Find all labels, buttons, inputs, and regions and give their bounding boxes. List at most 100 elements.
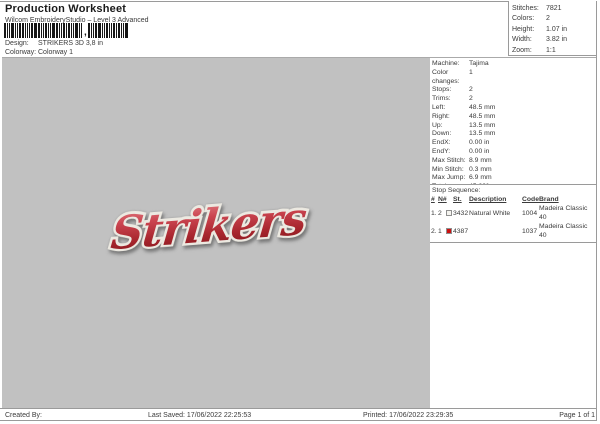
- machine-info-list: Machine: Tajima Color changes: 1 Stops: …: [432, 60, 592, 201]
- colorway-row: Colorway: Colorway 1: [5, 49, 73, 56]
- thread-brand: Madeira Classic 40: [539, 223, 588, 239]
- stop-sequence-section: Stop Sequence: # N# St. Description Code…: [430, 184, 596, 243]
- machine-info-row: EndY: 0.00 in: [432, 148, 592, 157]
- machine-info-value: 13.5 mm: [469, 130, 496, 138]
- machine-info-row: Up: 13.5 mm: [432, 122, 592, 131]
- needle-num: 1: [438, 227, 442, 235]
- embroidery-logo: Strikers Strikers: [106, 189, 345, 287]
- machine-info-value: 48.5 mm: [469, 112, 496, 120]
- machine-info-row: Down: 13.5 mm: [432, 130, 592, 139]
- stop-sequence-row: 1. 2 3432 Natural White 1004 Madeira Cla…: [430, 204, 596, 222]
- machine-info-label: Max Jump:: [432, 174, 466, 182]
- machine-info-value: 13.5 mm: [469, 121, 496, 129]
- machine-info-row: Stops: 2: [432, 86, 592, 95]
- thread-number: 4387: [453, 227, 469, 235]
- machine-info-label: Left:: [432, 103, 446, 111]
- stat-row: Width: 3.82 in: [512, 35, 596, 45]
- footer-page-number: Page 1 of 1: [559, 411, 595, 419]
- stat-row: Colors: 2: [512, 14, 596, 24]
- stat-row: Zoom: 1:1: [512, 46, 596, 56]
- footer-printed: Printed: 17/06/2022 23:29:35: [363, 411, 454, 419]
- stat-label: Zoom:: [512, 46, 532, 54]
- machine-info-value: 0.00 in: [469, 147, 490, 155]
- machine-info-row: Trims: 2: [432, 95, 592, 104]
- embroidery-logo-text: Strikers: [108, 191, 309, 261]
- col-num: #: [431, 196, 435, 203]
- footer-bottom-line: [0, 420, 597, 421]
- col-thread: St.: [453, 196, 462, 203]
- machine-info-label: EndY:: [432, 147, 451, 155]
- machine-info-value: 2: [469, 86, 473, 94]
- machine-info-value: 0.00 in: [469, 139, 490, 147]
- stat-label: Colors:: [512, 15, 535, 23]
- col-code: Code: [522, 196, 539, 203]
- barcode: ,: [4, 23, 129, 38]
- machine-info-value: Tajima: [469, 60, 489, 67]
- machine-info-label: Down:: [432, 130, 452, 138]
- machine-info-label: Right:: [432, 112, 450, 120]
- machine-info-row: Min Stitch: 0.3 mm: [432, 166, 592, 175]
- machine-info-row: EndX: 0.00 in: [432, 139, 592, 148]
- page-title: Production Worksheet: [5, 3, 127, 15]
- machine-info-label: EndX:: [432, 139, 451, 147]
- machine-info-value: 8.9 mm: [469, 156, 492, 164]
- machine-info-row: Max Jump: 6.9 mm: [432, 174, 592, 183]
- col-needle: N#: [438, 196, 447, 203]
- machine-info-label: Trims:: [432, 95, 451, 103]
- stat-row: Height: 1.07 in: [512, 25, 596, 35]
- stat-value: 3.82 in: [546, 36, 568, 44]
- stat-row: Stitches: 7821: [512, 4, 596, 14]
- design-canvas: Strikers Strikers: [2, 57, 430, 408]
- machine-info-row: Right: 48.5 mm: [432, 113, 592, 122]
- machine-info-row: Max Stitch: 8.9 mm: [432, 157, 592, 166]
- thread-swatch: [446, 210, 452, 216]
- stop-sequence-row: 2. 1 4387 1037 Madeira Classic 40: [430, 222, 596, 240]
- stat-value: 1.07 in: [546, 25, 568, 33]
- thread-number: 3432: [453, 209, 469, 217]
- machine-info-row: Left: 48.5 mm: [432, 104, 592, 113]
- stop-sequence-rows: 1. 2 3432 Natural White 1004 Madeira Cla…: [430, 204, 596, 240]
- stat-label: Height:: [512, 25, 535, 33]
- machine-info-label: Color changes:: [432, 68, 460, 85]
- colorway-label: Colorway:: [5, 48, 37, 56]
- barcode-comma: ,: [84, 27, 87, 38]
- stat-value: 1:1: [546, 46, 556, 54]
- machine-info-label: Machine:: [432, 60, 460, 67]
- stat-label: Stitches:: [512, 5, 539, 12]
- needle-num: 2: [438, 209, 442, 217]
- machine-info-label: Stops:: [432, 86, 452, 94]
- footer-last-saved: Last Saved: 17/06/2022 22:25:53: [148, 411, 252, 419]
- col-brand: Brand: [539, 196, 559, 203]
- stat-label: Width:: [512, 36, 532, 44]
- thread-brand: Madeira Classic 40: [539, 205, 588, 221]
- thread-swatch: [446, 228, 452, 234]
- machine-info-panel: Machine: Tajima Color changes: 1 Stops: …: [430, 57, 596, 408]
- machine-info-row: Color changes: 1: [432, 69, 592, 87]
- machine-info-row: Machine: Tajima: [432, 60, 592, 69]
- stat-value: 7821: [546, 5, 562, 12]
- design-value: STRIKERS 3D 3,8 in: [38, 39, 103, 47]
- stop-sequence-title: Stop Sequence:: [432, 187, 481, 194]
- machine-info-value: 2: [469, 95, 473, 103]
- machine-info-label: Max Stitch:: [432, 156, 466, 164]
- design-row: Design: STRIKERS 3D 3,8 in: [5, 40, 103, 47]
- machine-info-value: 6.9 mm: [469, 174, 492, 182]
- stat-value: 2: [546, 15, 550, 23]
- footer-top-line: [0, 408, 597, 409]
- thread-code: 1037: [522, 227, 538, 235]
- stop-num: 1.: [431, 209, 437, 217]
- machine-info-label: Up:: [432, 121, 443, 129]
- machine-info-value: 0.3 mm: [469, 165, 492, 173]
- footer-created-by: Created By:: [5, 411, 42, 419]
- right-border-line: [596, 1, 597, 421]
- thread-code: 1004: [522, 209, 538, 217]
- colorway-value: Colorway 1: [38, 48, 74, 56]
- thread-description: Natural White: [469, 209, 511, 217]
- machine-info-value: 1: [469, 68, 473, 76]
- col-description: Description: [469, 196, 507, 203]
- machine-info-label: Min Stitch:: [432, 165, 464, 173]
- stop-num: 2.: [431, 227, 437, 235]
- stop-sequence-header: # N# St. Description Code Brand: [430, 195, 596, 204]
- machine-info-value: 48.5 mm: [469, 103, 496, 111]
- stats-box: Stitches: 7821 Colors: 2 Height: 1.07 in…: [508, 1, 596, 56]
